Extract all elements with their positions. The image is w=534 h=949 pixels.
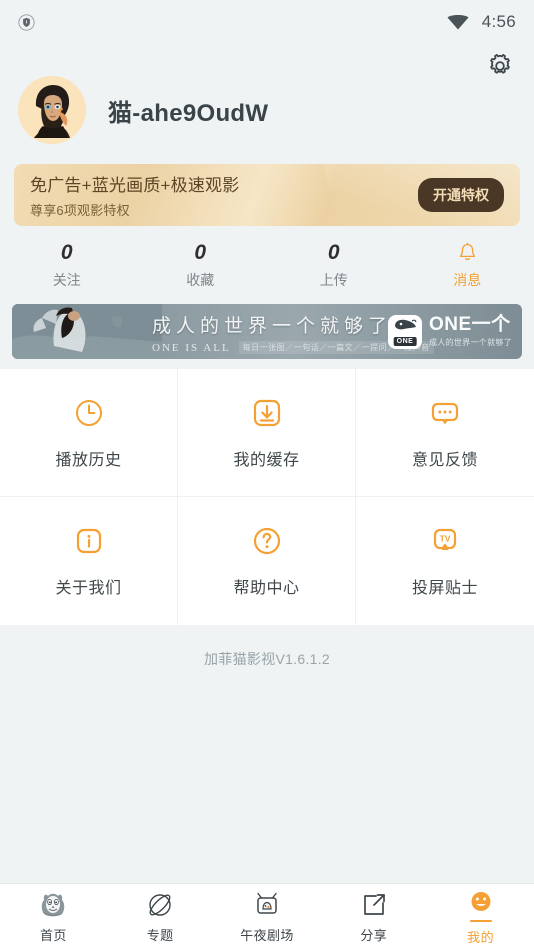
one-brand-name: ONE一个 <box>429 314 511 336</box>
tab-active-indicator <box>469 919 492 922</box>
svg-text:TV: TV <box>440 534 451 544</box>
one-brand-texts: ONE一个 成人的世界一个就够了 <box>429 315 512 348</box>
menu-item-about-us[interactable]: 关于我们 <box>0 497 178 625</box>
tab-mine[interactable]: 我的 <box>427 884 534 949</box>
tab-midnight-theater-icon-wrap <box>252 890 282 920</box>
vip-banner[interactable]: 免广告+蓝光画质+极速观影 尊享6项观影特权 开通特权 <box>14 164 520 226</box>
tab-share-icon-wrap <box>359 890 389 920</box>
stat-uploads-value: 0 <box>327 241 340 264</box>
status-bar: 4:56 <box>0 0 534 44</box>
status-bar-clock: 4:56 <box>481 12 516 31</box>
whale-icon <box>395 319 417 329</box>
tab-home-icon-wrap <box>38 890 68 920</box>
stat-following[interactable]: 0 关注 <box>0 242 134 290</box>
stat-favorites-value: 0 <box>194 241 207 264</box>
username: 猫-ahe9OudW <box>108 99 269 127</box>
settings-button[interactable] <box>486 52 514 80</box>
stat-favorites-label: 收藏 <box>186 272 215 288</box>
vip-banner-wrapper: 免广告+蓝光画质+极速观影 尊享6项观影特权 开通特权 <box>0 164 534 226</box>
ad-sub-english: ONE IS ALL <box>152 341 231 354</box>
tab-home[interactable]: 首页 <box>0 884 107 949</box>
vip-subtitle: 尊享6项观影特权 <box>30 203 130 218</box>
chat-bubble-icon <box>431 402 459 424</box>
app-version: 加菲猫影视V1.6.1.2 <box>0 625 534 669</box>
tab-topics-label: 专题 <box>146 927 174 943</box>
tab-topics[interactable]: 专题 <box>107 884 214 949</box>
download-icon <box>253 399 280 426</box>
stat-messages-label: 消息 <box>453 272 482 288</box>
tab-home-label: 首页 <box>39 927 67 943</box>
clock-icon <box>75 399 102 426</box>
activate-privilege-button[interactable]: 开通特权 <box>418 178 504 212</box>
tab-share-label: 分享 <box>360 927 388 943</box>
stat-uploads[interactable]: 0 上传 <box>267 242 401 290</box>
gear-icon <box>490 54 510 74</box>
stat-uploads-label: 上传 <box>319 272 348 288</box>
bottom-tab-bar: 首页 专题 午夜剧场 分享 我的 <box>0 883 534 949</box>
stat-following-label: 关注 <box>52 272 81 288</box>
shield-icon <box>18 13 35 31</box>
menu-item-feedback-label: 意见反馈 <box>411 451 478 469</box>
wifi-icon <box>447 15 469 30</box>
tv-cast-icon: TV <box>433 528 457 550</box>
tv-icon <box>257 892 277 914</box>
bell-icon <box>459 242 475 261</box>
ad-artwork-icon <box>12 304 162 359</box>
one-brand-slogan: 成人的世界一个就够了 <box>429 337 512 347</box>
status-bar-left <box>18 13 35 31</box>
tab-midnight-theater-label: 午夜剧场 <box>240 927 294 943</box>
profile-header: 猫-ahe9OudW <box>0 44 534 164</box>
one-logo-tag: ONE <box>393 336 417 346</box>
profile-page: 4:56 猫-ahe9OudW 免广告+蓝光画质+极速观影 尊享6项观影特权 开… <box>0 0 534 949</box>
ad-brand-block: ONE ONE一个 成人的世界一个就够了 <box>388 314 512 349</box>
avatar-illustration-icon <box>18 76 86 144</box>
menu-item-about-us-label: 关于我们 <box>55 580 122 597</box>
garfield-cat-icon <box>42 893 65 916</box>
menu-item-play-history-label: 播放历史 <box>55 451 122 469</box>
menu-item-my-cache-label: 我的缓存 <box>233 451 300 469</box>
menu-item-help-center[interactable]: 帮助中心 <box>178 497 356 625</box>
menu-item-my-cache[interactable]: 我的缓存 <box>178 369 356 497</box>
stat-messages[interactable]: 消息 <box>401 242 534 290</box>
ad-banner[interactable]: 成人的世界一个就够了 ONE IS ALL 每日一张图／一句话／一篇文／一提问／… <box>12 304 522 359</box>
menu-item-help-center-label: 帮助中心 <box>233 580 300 597</box>
smiley-face-icon <box>471 891 491 911</box>
tab-topics-icon-wrap <box>145 890 175 920</box>
share-icon <box>363 893 385 915</box>
stat-following-value: 0 <box>60 241 73 264</box>
question-icon <box>253 527 280 555</box>
tab-midnight-theater[interactable]: 午夜剧场 <box>214 884 321 949</box>
avatar[interactable] <box>18 76 86 144</box>
info-icon <box>76 528 101 554</box>
status-bar-right: 4:56 <box>446 12 516 32</box>
tab-share[interactable]: 分享 <box>320 884 427 949</box>
planet-icon <box>149 893 171 916</box>
menu-grid: 播放历史 我的缓存 意见反馈 关于我们 帮助中心 TV 投屏贴士 <box>0 369 534 625</box>
vip-title: 免广告+蓝光画质+极速观影 <box>30 176 240 195</box>
menu-item-feedback[interactable]: 意见反馈 <box>356 369 534 497</box>
stats-row: 0 关注 0 收藏 0 上传 消息 <box>0 226 534 304</box>
tab-mine-label: 我的 <box>467 929 494 945</box>
stat-favorites[interactable]: 0 收藏 <box>134 242 268 290</box>
vip-texts: 免广告+蓝光画质+极速观影 尊享6项观影特权 <box>30 171 239 219</box>
ad-banner-wrapper: 成人的世界一个就够了 ONE IS ALL 每日一张图／一句话／一篇文／一提问／… <box>0 304 534 369</box>
one-app-logo: ONE <box>388 314 422 349</box>
tab-mine-icon-wrap <box>466 888 496 922</box>
menu-item-cast-tips-label: 投屏贴士 <box>411 580 478 597</box>
menu-item-cast-tips[interactable]: TV 投屏贴士 <box>356 497 534 625</box>
menu-item-play-history[interactable]: 播放历史 <box>0 369 178 497</box>
user-row[interactable]: 猫-ahe9OudW <box>18 76 516 144</box>
